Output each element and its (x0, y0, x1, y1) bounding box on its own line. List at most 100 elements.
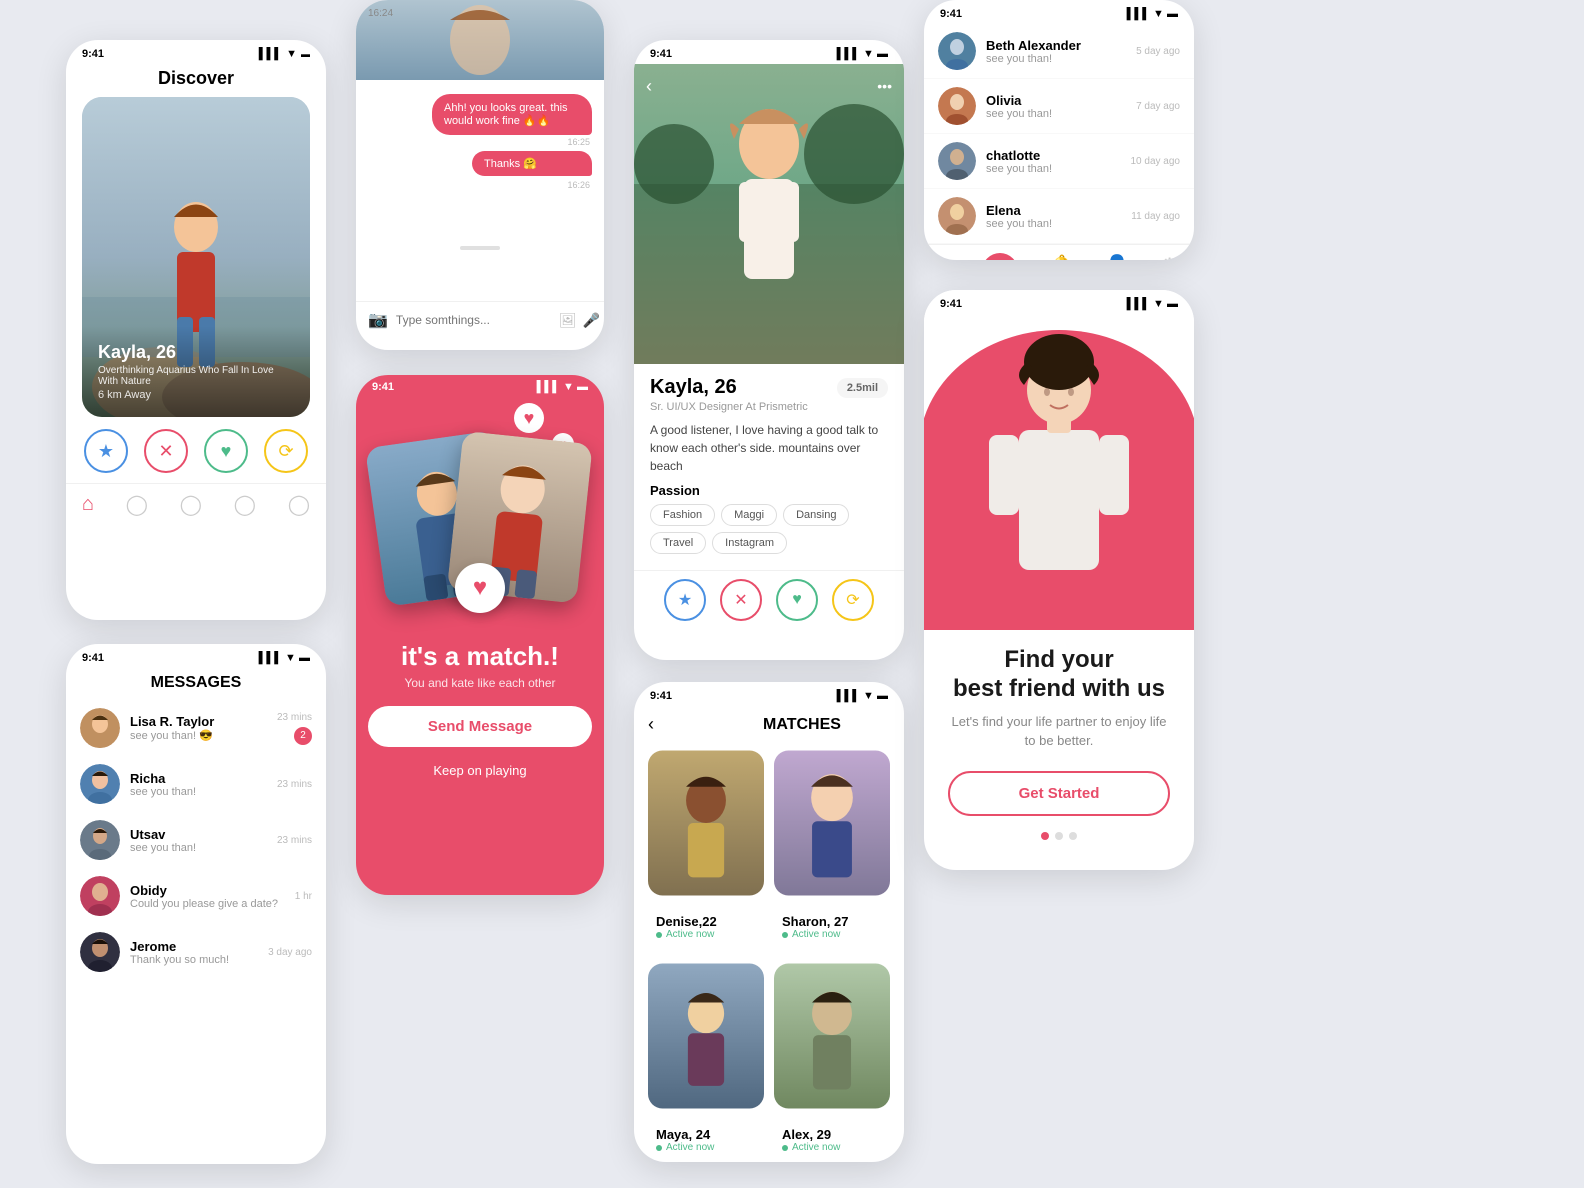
dislike-button[interactable]: ✕ (144, 429, 188, 473)
chat-input[interactable] (396, 313, 551, 327)
nav-settings[interactable]: ◯ (288, 492, 310, 517)
profile-boost-button[interactable]: ⟳ (832, 579, 874, 621)
avatar-jerome-svg (80, 932, 120, 972)
nav-home-msglist[interactable]: ⌂ (939, 253, 951, 260)
nav-heart-msglist[interactable]: ♥ (982, 253, 1018, 260)
name-obidy: Obidy (130, 883, 285, 898)
p3-name: Maya, 24 (656, 1127, 756, 1142)
status-bar-profile: 9:41 ▌▌▌ ▼ ▬ (634, 40, 904, 64)
get-started-button[interactable]: Get Started (948, 771, 1170, 816)
preview-beth: see you than! (986, 53, 1126, 65)
chat-messages: Ahh! you looks great. this would work fi… (356, 80, 604, 244)
content-richa: Richa see you than! (130, 771, 267, 798)
send-message-button[interactable]: Send Message (368, 706, 592, 747)
p3-status: Active now (656, 1142, 756, 1153)
message-item-utsav[interactable]: Utsav see you than! 23 mins (66, 812, 326, 868)
message-item-lisa[interactable]: Lisa R. Taylor see you than! 😎 23 mins 2 (66, 700, 326, 756)
signal-icons: ▌▌▌ ▼ ▬ (259, 48, 310, 60)
boost-button[interactable]: ⟳ (264, 429, 308, 473)
phone-msglist: 9:41 ▌▌▌ ▼ ▬ Beth Alexander see you than… (924, 0, 1194, 260)
avatar-obidy (80, 876, 120, 916)
match-photos: ♥ ♥ ♥ (356, 393, 604, 633)
name-beth: Beth Alexander (986, 38, 1126, 53)
profile-star-button[interactable]: ★ (664, 579, 706, 621)
name-utsav: Utsav (130, 827, 267, 842)
profile-dislike-button[interactable]: ✕ (720, 579, 762, 621)
phone-profile: 9:41 ▌▌▌ ▼ ▬ (634, 40, 904, 660)
msglist-elena[interactable]: Elena see you than! 11 day ago (924, 189, 1194, 244)
nav-home[interactable]: ⌂ (82, 493, 94, 516)
status-bar-msglist: 9:41 ▌▌▌ ▼ ▬ (924, 0, 1194, 24)
match-item-p4[interactable]: Alex, 29 Active now (774, 956, 890, 1159)
content-olivia: Olivia see you than! (986, 93, 1126, 120)
time-utsav: 23 mins (277, 835, 312, 846)
match-item-p3[interactable]: Maya, 24 Active now (648, 956, 764, 1159)
time-olivia: 7 day ago (1136, 101, 1180, 112)
denise-name: Denise,22 (656, 914, 756, 929)
message-item-obidy[interactable]: Obidy Could you please give a date? 1 hr (66, 868, 326, 924)
preview-elena: see you than! (986, 218, 1121, 230)
match-item-sharon[interactable]: Sharon, 27 Active now (774, 743, 890, 946)
denise-label: Denise,22 Active now (648, 908, 764, 946)
time-onboard: 9:41 (940, 298, 962, 310)
avatar-utsav-svg (80, 820, 120, 860)
avatar-beth (938, 32, 976, 70)
keep-playing-label[interactable]: Keep on playing (356, 763, 604, 778)
preview-olivia: see you than! (986, 108, 1126, 120)
image-icon[interactable]: 🖼 (559, 312, 577, 329)
chat-time-2: 16:25 (356, 137, 590, 147)
time-messages: 9:41 (82, 652, 104, 664)
sharon-photo (774, 743, 890, 903)
nav-chat[interactable]: ◯ (126, 492, 148, 517)
time-beth: 5 day ago (1136, 46, 1180, 57)
msglist-chatlotte[interactable]: chatlotte see you than! 10 day ago (924, 134, 1194, 189)
time-elena: 11 day ago (1131, 211, 1180, 222)
nav-profile[interactable]: ◯ (234, 492, 256, 517)
star-button[interactable]: ★ (84, 429, 128, 473)
onboard-photo-area (924, 290, 1194, 630)
content-lisa: Lisa R. Taylor see you than! 😎 (130, 714, 267, 742)
message-item-jerome[interactable]: Jerome Thank you so much! 3 day ago (66, 924, 326, 980)
profile-like-button[interactable]: ♥ (776, 579, 818, 621)
time-discover: 9:41 (82, 48, 104, 60)
content-obidy: Obidy Could you please give a date? (130, 883, 285, 910)
avatar-lisa (80, 708, 120, 748)
more-options-profile[interactable]: ••• (877, 78, 892, 94)
msglist-beth[interactable]: Beth Alexander see you than! 5 day ago (924, 24, 1194, 79)
nav-person-msglist[interactable]: 👤 (1105, 253, 1130, 260)
profile-distance: 6 km Away (98, 389, 294, 401)
onboard-title: Find your best friend with us (948, 646, 1170, 704)
back-button-matches[interactable]: ‹ (648, 714, 654, 735)
passion-tags: Fashion Maggi Dansing Travel Instagram (650, 504, 888, 554)
profile-followers: 2.5mil (837, 378, 888, 398)
avatar-lisa-svg (80, 708, 120, 748)
profile-photo-discover[interactable]: Kayla, 26 Overthinking Aquarius Who Fall… (82, 97, 310, 417)
match-item-denise[interactable]: Denise,22 Active now (648, 743, 764, 946)
discover-title: Discover (66, 64, 326, 97)
mic-icon[interactable]: 🎤 (583, 312, 600, 329)
phone-match: 9:41 ▌▌▌ ▼ ▬ ♥ ♥ ♥ (356, 375, 604, 895)
time-richa: 23 mins (277, 779, 312, 790)
content-chatlotte: chatlotte see you than! (986, 148, 1121, 175)
pagination-dots (948, 832, 1170, 840)
camera-icon[interactable]: 📷 (368, 310, 388, 330)
time-chatlotte: 10 day ago (1131, 156, 1181, 167)
back-button-profile[interactable]: ‹ (646, 76, 652, 97)
profile-name-row: Kayla, 26 2.5mil (650, 376, 888, 399)
p4-photo (774, 956, 890, 1116)
name-jerome: Jerome (130, 939, 258, 954)
chat-header-photo: 16:24 (356, 0, 604, 80)
msglist-olivia[interactable]: Olivia see you than! 7 day ago (924, 79, 1194, 134)
like-button[interactable]: ♥ (204, 429, 248, 473)
matches-grid: Denise,22 Active now Sharon, 27 Active n… (634, 743, 904, 1159)
bottom-nav-discover: ⌂ ◯ ◯ ◯ ◯ (66, 483, 326, 525)
nav-bell[interactable]: ◯ (180, 492, 202, 517)
nav-bell-msglist[interactable]: 🔔 (1049, 253, 1074, 260)
time-matches: 9:41 (650, 690, 672, 702)
nav-settings-msglist[interactable]: ⚙ (1161, 253, 1179, 260)
message-item-richa[interactable]: Richa see you than! 23 mins (66, 756, 326, 812)
profile-info-section: Kayla, 26 2.5mil Sr. UI/UX Designer At P… (634, 364, 904, 570)
p3-label: Maya, 24 Active now (648, 1121, 764, 1159)
onboard-person-figure (959, 320, 1159, 630)
status-bar-discover: 9:41 ▌▌▌ ▼ ▬ (66, 40, 326, 64)
